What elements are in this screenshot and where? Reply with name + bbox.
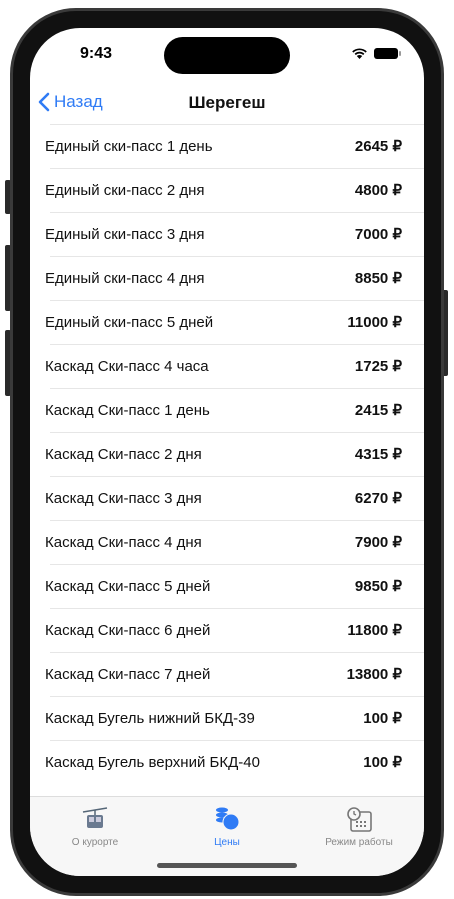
price-value: 9850 ₽ — [354, 578, 402, 595]
status-time: 9:43 — [80, 45, 113, 62]
price-item-name: Единый ски-пасс 3 дня — [45, 225, 205, 243]
tab-label: Режим работы — [325, 837, 393, 848]
price-row[interactable]: Единый ски-пасс 2 дня 4800 ₽ — [30, 168, 424, 212]
price-value: 7900 ₽ — [354, 534, 402, 551]
clock-calendar-icon — [347, 807, 372, 832]
price-item-name: Каскад Ски-пасс 6 дней — [45, 621, 211, 639]
price-row[interactable]: Каскад Ски-пасс 5 дней 9850 ₽ — [30, 564, 424, 608]
nav-bar: Назад Шерегеш — [30, 88, 424, 124]
price-item-name: Каскад Ски-пасс 5 дней — [45, 577, 211, 595]
price-item-name: Каскад Ски-пасс 3 дня — [45, 489, 202, 507]
tab-about[interactable]: О курорте — [30, 805, 160, 848]
price-item-name: Каскад Ски-пасс 1 день — [45, 401, 210, 419]
price-item-name: Каскад Ски-пасс 4 дня — [45, 533, 202, 551]
price-value: 100 ₽ — [363, 710, 402, 727]
page-title: Шерегеш — [188, 93, 266, 112]
price-value: 4800 ₽ — [354, 182, 402, 199]
price-item-name: Каскад Ски-пасс 4 часа — [45, 357, 209, 375]
price-row[interactable]: Каскад Ски-пасс 1 день 2415 ₽ — [30, 388, 424, 432]
price-value: 2645 ₽ — [354, 138, 402, 155]
price-value: 2415 ₽ — [354, 402, 402, 419]
cable-car-icon — [82, 807, 108, 828]
price-value: 8850 ₽ — [354, 270, 402, 287]
price-list: Единый ски-пасс 1 день 2645 ₽ Единый ски-п… — [30, 124, 424, 784]
price-item-name: Единый ски-пасс 5 дней — [45, 313, 214, 331]
price-row[interactable]: Каскад Бугель нижний БКД-39 100 ₽ — [30, 696, 424, 740]
price-row[interactable]: Каскад Ски-пасс 4 дня 7900 ₽ — [30, 520, 424, 564]
tab-bar: О курорте Цены Режим работы — [30, 796, 424, 876]
wifi-icon — [352, 48, 367, 59]
price-value: 1725 ₽ — [354, 358, 402, 375]
price-value: 7000 ₽ — [354, 226, 402, 243]
price-value: 11800 ₽ — [347, 622, 402, 639]
price-value: 13800 ₽ — [346, 666, 402, 683]
price-item-name: Каскад Бугель нижний БКД-39 — [45, 709, 255, 727]
tab-schedule[interactable]: Режим работы — [294, 805, 424, 848]
price-row[interactable]: Каскад Ски-пасс 7 дней 13800 ₽ — [30, 652, 424, 696]
price-value: 4315 ₽ — [354, 446, 402, 463]
price-row[interactable]: Единый ски-пасс 3 дня 7000 ₽ — [30, 212, 424, 256]
dynamic-island — [164, 37, 290, 74]
price-item-name: Каскад Бугель верхний БКД-40 — [45, 753, 260, 771]
price-row[interactable]: Каскад Ски-пасс 3 дня 6270 ₽ — [30, 476, 424, 520]
tab-label: О курорте — [71, 837, 119, 848]
tab-prices[interactable]: Цены — [162, 805, 292, 848]
tab-label: Цены — [214, 837, 240, 848]
price-row[interactable]: Каскад Ски-пасс 2 дня 4315 ₽ — [30, 432, 424, 476]
price-value: 6270 ₽ — [354, 490, 402, 507]
price-row[interactable]: Каскад Ски-пасс 4 часа 1725 ₽ — [30, 344, 424, 388]
price-value: 11000 ₽ — [347, 314, 402, 331]
price-item-name: Каскад Ски-пасс 2 дня — [45, 445, 202, 463]
status-icons — [351, 47, 401, 59]
price-row[interactable]: Каскад Бугель верхний БКД-40 100 ₽ — [30, 740, 424, 784]
price-row[interactable]: Единый ски-пасс 1 день 2645 ₽ — [30, 124, 424, 168]
price-item-name: Единый ски-пасс 1 день — [45, 137, 213, 155]
price-item-name: Каскад Ски-пасс 7 дней — [45, 665, 211, 683]
price-item-name: Единый ски-пасс 2 дня — [45, 181, 205, 199]
coins-icon — [216, 807, 240, 831]
price-row[interactable]: Единый ски-пасс 4 дня 8850 ₽ — [30, 256, 424, 300]
price-value: 100 ₽ — [363, 754, 402, 771]
battery-icon — [374, 47, 401, 59]
price-row[interactable]: Единый ски-пасс 5 дней 11000 ₽ — [30, 300, 424, 344]
price-item-name: Единый ски-пасс 4 дня — [45, 269, 205, 287]
price-row[interactable]: Каскад Ски-пасс 6 дней 11800 ₽ — [30, 608, 424, 652]
screen: 9:43 Назад Шерегеш Единый ски-пасс 1 ден… — [30, 28, 424, 876]
home-indicator — [157, 863, 297, 868]
